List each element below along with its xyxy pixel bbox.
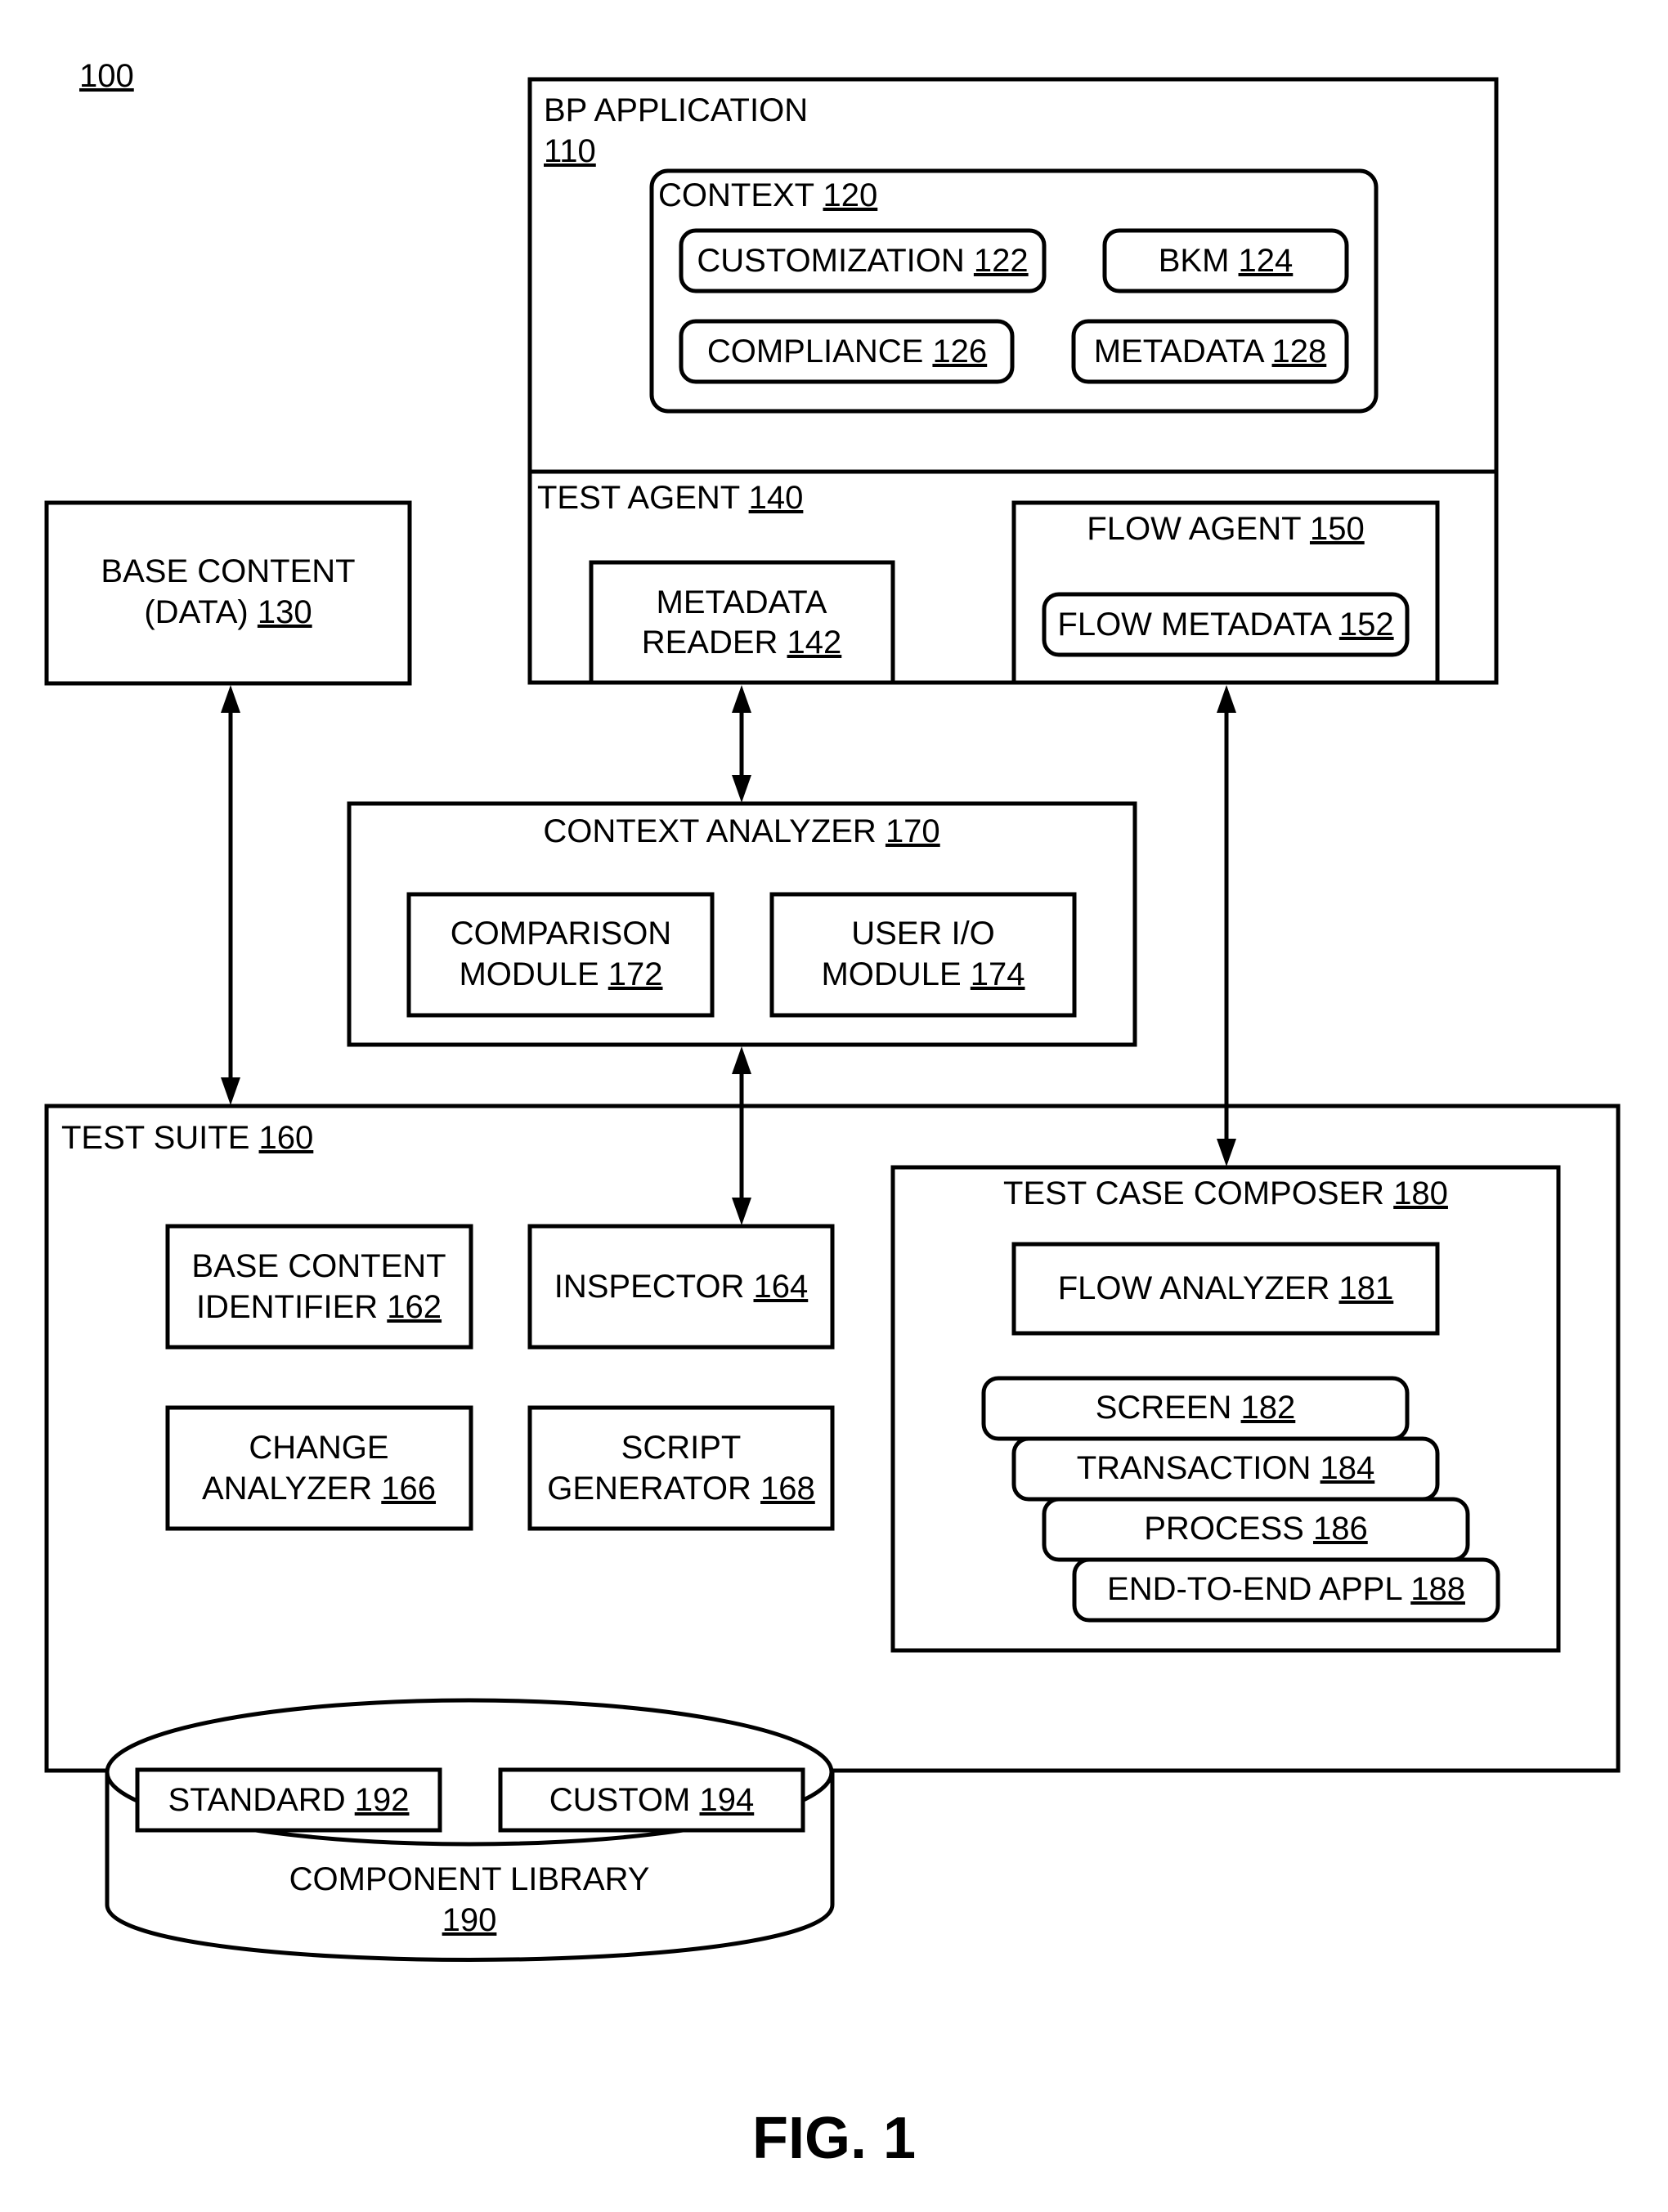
- inspector-label: INSPECTOR 164: [554, 1269, 809, 1305]
- figure-ref: 100: [79, 58, 134, 94]
- script-generator-line2: GENERATOR 168: [547, 1471, 815, 1507]
- test-case-composer-label: TEST CASE COMPOSER 180: [1003, 1175, 1448, 1211]
- user-io-module-line1: USER I/O: [851, 916, 995, 952]
- custom-label: CUSTOM 194: [549, 1782, 754, 1818]
- flow-agent-label: FLOW AGENT 150: [1087, 511, 1364, 547]
- base-content-line1: BASE CONTENT: [101, 553, 355, 589]
- comparison-module-box: COMPARISON MODULE 172: [406, 892, 715, 1018]
- custom-box: CUSTOM 194: [498, 1767, 805, 1833]
- end-to-end-appl-box: END-TO-END APPL 188: [1072, 1557, 1500, 1623]
- metadata-reader-box: METADATA READER 142: [589, 560, 895, 685]
- bp-application-ref: 110: [544, 133, 596, 169]
- comparison-module-line2: MODULE 172: [459, 956, 662, 992]
- process-label: PROCESS 186: [1144, 1511, 1367, 1547]
- compliance-box: COMPLIANCE 126: [679, 319, 1015, 384]
- system-diagram: 100 BP APPLICATION 110 CONTEXT 120 CUSTO…: [44, 58, 1621, 2171]
- arrow-metadata-reader-context-analyzer: [732, 685, 751, 803]
- metadata-label: METADATA 128: [1094, 334, 1327, 369]
- inspector-box: INSPECTOR 164: [527, 1224, 835, 1350]
- standard-box: STANDARD 192: [135, 1767, 442, 1833]
- arrow-flow-agent-test-case-composer: [1217, 685, 1236, 1166]
- customization-label: CUSTOMIZATION 122: [697, 243, 1028, 279]
- bp-application-label: BP APPLICATION: [544, 92, 808, 128]
- comparison-module-line1: COMPARISON: [451, 916, 671, 952]
- flow-analyzer-label: FLOW ANALYZER 181: [1058, 1270, 1394, 1306]
- end-to-end-appl-label: END-TO-END APPL 188: [1107, 1571, 1465, 1607]
- context-analyzer-label: CONTEXT ANALYZER 170: [543, 813, 939, 849]
- metadata-reader-line2: READER 142: [642, 625, 842, 660]
- change-analyzer-box: CHANGE ANALYZER 166: [165, 1405, 473, 1531]
- change-analyzer-line2: ANALYZER 166: [202, 1471, 436, 1507]
- screen-label: SCREEN 182: [1096, 1390, 1296, 1426]
- process-box: PROCESS 186: [1042, 1497, 1470, 1562]
- standard-label: STANDARD 192: [168, 1782, 410, 1818]
- figure-caption: FIG. 1: [752, 2106, 916, 2171]
- test-suite-label: TEST SUITE 160: [61, 1120, 313, 1156]
- metadata-reader-line1: METADATA: [657, 584, 827, 620]
- base-content-box: BASE CONTENT (DATA) 130: [44, 500, 412, 686]
- base-content-line2: (DATA) 130: [144, 594, 312, 630]
- base-content-identifier-box: BASE CONTENT IDENTIFIER 162: [165, 1224, 473, 1350]
- test-agent-label: TEST AGENT 140: [537, 480, 803, 516]
- arrow-base-content-test-suite: [221, 685, 240, 1105]
- user-io-module-box: USER I/O MODULE 174: [769, 892, 1077, 1018]
- screen-box: SCREEN 182: [981, 1376, 1410, 1441]
- base-content-identifier-line1: BASE CONTENT: [191, 1248, 446, 1284]
- flow-metadata-label: FLOW METADATA 152: [1057, 607, 1393, 643]
- transaction-box: TRANSACTION 184: [1011, 1436, 1440, 1502]
- bkm-box: BKM 124: [1102, 228, 1349, 293]
- base-content-identifier-line2: IDENTIFIER 162: [196, 1289, 442, 1325]
- script-generator-line1: SCRIPT: [621, 1430, 742, 1466]
- script-generator-box: SCRIPT GENERATOR 168: [527, 1405, 835, 1531]
- metadata-box: METADATA 128: [1071, 319, 1349, 384]
- user-io-module-line2: MODULE 174: [821, 956, 1025, 992]
- context-label: CONTEXT 120: [658, 177, 877, 213]
- transaction-label: TRANSACTION 184: [1077, 1450, 1375, 1486]
- compliance-label: COMPLIANCE 126: [707, 334, 987, 369]
- flow-metadata-box: FLOW METADATA 152: [1042, 592, 1410, 657]
- change-analyzer-line1: CHANGE: [249, 1430, 388, 1466]
- component-library-label: COMPONENT LIBRARY: [289, 1861, 650, 1897]
- bkm-label: BKM 124: [1159, 243, 1294, 279]
- flow-analyzer-box: FLOW ANALYZER 181: [1011, 1242, 1440, 1336]
- component-library-ref: 190: [442, 1902, 497, 1938]
- customization-box: CUSTOMIZATION 122: [679, 228, 1047, 293]
